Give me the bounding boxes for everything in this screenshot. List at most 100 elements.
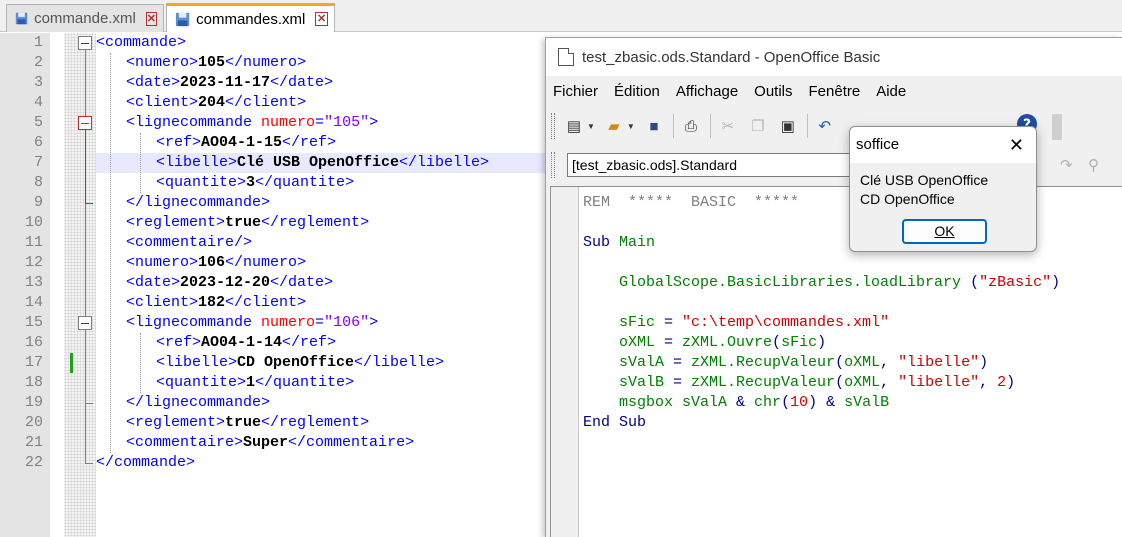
line-text: </lignecommande>: [126, 193, 270, 213]
token: chr: [754, 394, 782, 411]
token: =: [315, 314, 325, 331]
line-text: <date>2023-11-17</date>: [126, 73, 333, 93]
token: "106": [324, 314, 370, 331]
zoom-icon[interactable]: ⚲: [1088, 156, 1110, 174]
token: <date>: [126, 74, 181, 91]
line-number: 14: [24, 294, 43, 311]
open-folder-icon[interactable]: ▰: [603, 115, 625, 137]
token: numero: [261, 114, 316, 131]
basic-code-line[interactable]: [583, 253, 1060, 273]
tab-commandes-xml[interactable]: commandes.xml ✕: [166, 3, 335, 32]
token: </client>: [225, 294, 307, 311]
token: ,: [880, 354, 899, 371]
ok-button[interactable]: OK: [902, 219, 987, 244]
basic-code-line[interactable]: sValB = zXML.RecupValeur(oXML, "libelle"…: [583, 373, 1060, 393]
basic-code-line[interactable]: oXML = zXML.Ouvre(sFic): [583, 333, 1060, 353]
cut-icon[interactable]: ✂: [717, 115, 739, 137]
toolbar-grip[interactable]: [551, 113, 555, 139]
close-icon[interactable]: ✕: [315, 12, 328, 26]
token: "libelle": [898, 374, 980, 391]
line-number: 9: [33, 194, 43, 211]
token: "c:\temp\commandes.xml": [682, 314, 890, 331]
line-text: <numero>105</numero>: [126, 53, 306, 73]
token: </date>: [270, 74, 334, 91]
token: =: [664, 314, 683, 331]
token: Sub: [583, 234, 620, 251]
token: "105": [324, 114, 370, 131]
breakpoint-gutter[interactable]: [551, 187, 579, 537]
basic-code-line[interactable]: sFic = "c:\temp\commandes.xml": [583, 313, 1060, 333]
token: </ref>: [282, 334, 337, 351]
toolbar-overflow[interactable]: [1052, 114, 1062, 140]
toolbar-grip[interactable]: [551, 152, 555, 178]
menu-fichier[interactable]: Fichier: [553, 83, 598, 100]
line-number: 15: [24, 314, 43, 331]
token: REM ***** BASIC *****: [583, 194, 800, 211]
copy-icon[interactable]: ❐: [747, 115, 769, 137]
line-number: 11: [24, 234, 43, 251]
print-icon[interactable]: ⎙: [680, 115, 702, 137]
menu-edition[interactable]: Édition: [614, 83, 660, 100]
token: <commande>: [96, 34, 187, 51]
openoffice-basic-window: test_zbasic.ods.Standard - OpenOffice Ba…: [545, 37, 1122, 537]
token: <quantite>: [156, 374, 247, 391]
token: <numero>: [126, 254, 199, 271]
line-number: 3: [33, 74, 43, 91]
line-text: <ref>AO04-1-15</ref>: [156, 133, 336, 153]
toolbar-separator: [709, 114, 711, 138]
chevron-down-icon[interactable]: ▼: [627, 122, 635, 131]
menu-outils[interactable]: Outils: [754, 83, 792, 100]
basic-code-line[interactable]: sValA = zXML.RecupValeur(oXML, "libelle"…: [583, 353, 1060, 373]
library-icon[interactable]: ▤: [563, 115, 585, 137]
library-select[interactable]: [test_zbasic.ods].Standard: [567, 153, 862, 177]
close-icon[interactable]: ✕: [1009, 135, 1024, 156]
chevron-down-icon[interactable]: ▼: [587, 122, 595, 131]
line-number: 22: [24, 454, 43, 471]
token: </quantite>: [255, 174, 355, 191]
line-number: 16: [24, 334, 43, 351]
token: numero: [261, 314, 316, 331]
paste-icon[interactable]: ▣: [777, 115, 799, 137]
message-line: CD OpenOffice: [860, 191, 955, 207]
token: ): [1006, 374, 1016, 391]
token: ): [979, 354, 989, 371]
token: <date>: [126, 274, 181, 291]
token: (: [781, 394, 791, 411]
basic-code-line[interactable]: [583, 293, 1060, 313]
fold-toggle-icon[interactable]: [78, 116, 92, 130]
fold-toggle-icon[interactable]: [78, 316, 92, 330]
token: AO04-1-15: [201, 134, 283, 151]
basic-code-line[interactable]: GlobalScope.BasicLibraries.loadLibrary (…: [583, 273, 1060, 293]
token: </ref>: [282, 134, 337, 151]
line-text: <quantite>1</quantite>: [156, 373, 354, 393]
token: (: [835, 374, 845, 391]
basic-code-line[interactable]: End Sub: [583, 413, 1060, 433]
message-line: Clé USB OpenOffice: [860, 172, 989, 188]
close-icon[interactable]: ✕: [145, 11, 157, 26]
step-over-icon[interactable]: ↷: [1060, 156, 1082, 174]
token: oXML: [583, 334, 665, 351]
window-titlebar[interactable]: test_zbasic.ods.Standard - OpenOffice Ba…: [546, 38, 1122, 76]
window-title: test_zbasic.ods.Standard - OpenOffice Ba…: [582, 48, 881, 66]
token: <numero>: [126, 54, 199, 71]
menu-aide[interactable]: Aide: [876, 83, 906, 100]
menu-fenetre[interactable]: Fenêtre: [809, 83, 861, 100]
token: =: [664, 334, 683, 351]
token: (: [772, 334, 782, 351]
fold-toggle-icon[interactable]: [78, 36, 92, 50]
token: zXML.RecupValeur: [691, 354, 836, 371]
token: CD OpenOffice: [237, 354, 355, 371]
line-text: <libelle>Clé USB OpenOffice</libelle>: [156, 153, 490, 173]
menu-affichage[interactable]: Affichage: [676, 83, 738, 100]
indent-guide: [110, 53, 111, 453]
tab-commande-xml[interactable]: commande.xml ✕: [6, 4, 164, 32]
token: 182: [198, 294, 226, 311]
token: </date>: [270, 274, 334, 291]
tab-label: commande.xml: [34, 10, 136, 27]
line-text: <reglement>true</reglement>: [126, 213, 369, 233]
line-number: 10: [24, 214, 43, 231]
line-text: <client>204</client>: [126, 93, 306, 113]
undo-icon[interactable]: ↶: [814, 115, 836, 137]
save-icon[interactable]: ■: [643, 115, 665, 137]
basic-code-line[interactable]: msgbox sValA & chr(10) & sValB: [583, 393, 1060, 413]
